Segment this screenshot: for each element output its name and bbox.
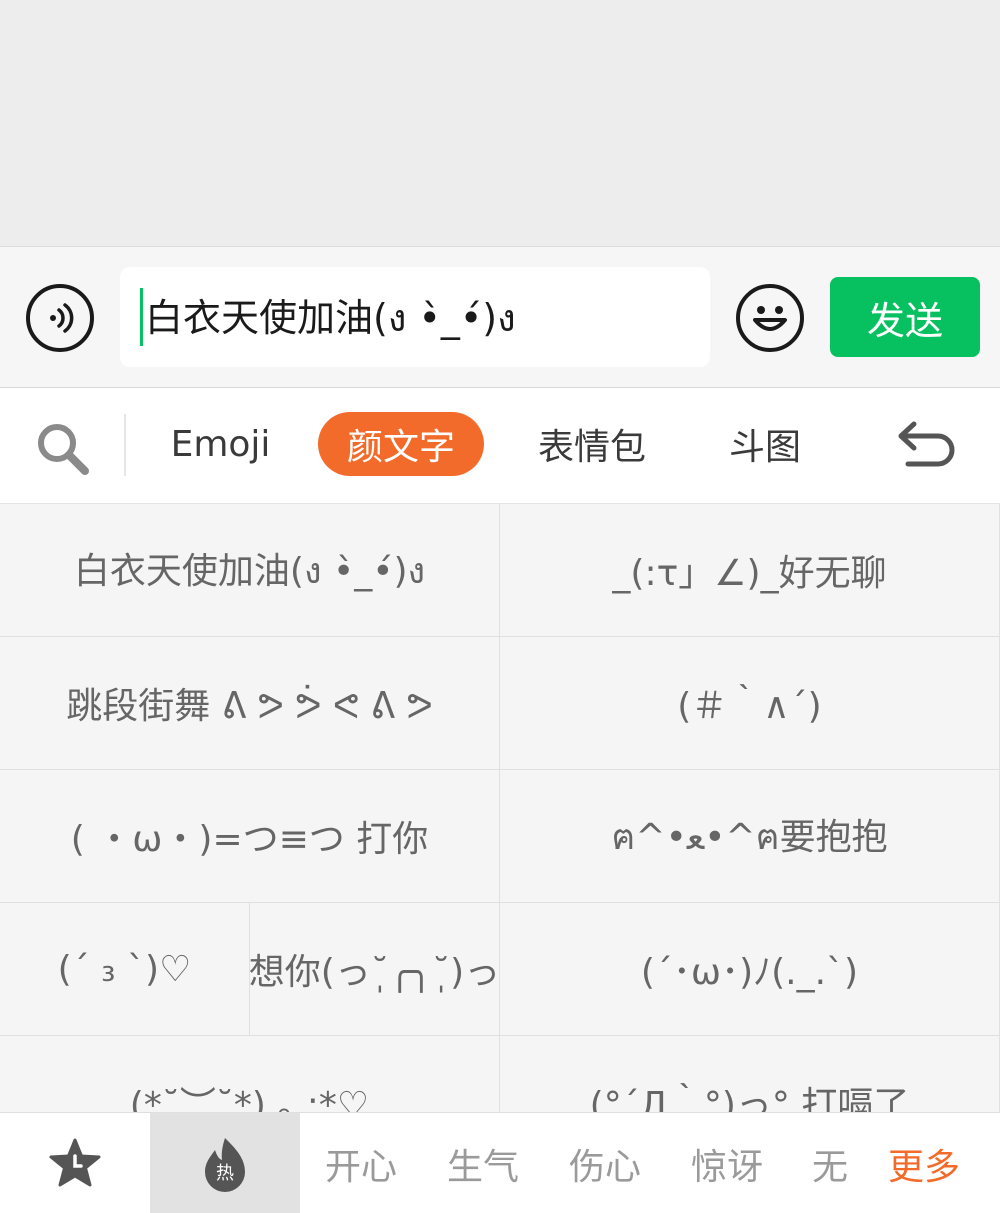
chat-area bbox=[0, 0, 1000, 246]
message-input[interactable]: 白衣天使加油(ง •̀_•́)ง bbox=[120, 267, 710, 367]
kaomoji-item[interactable]: _(:τ」∠)_好无聊 bbox=[500, 504, 1000, 637]
voice-icon bbox=[50, 303, 74, 333]
favorites-button[interactable] bbox=[0, 1113, 150, 1213]
kaomoji-item[interactable]: (´･ω･)ﾉ(._.`) bbox=[500, 903, 1000, 1036]
kaomoji-item[interactable]: 想你(っ˘̩╭╮˘̩)っ bbox=[250, 903, 500, 1036]
hot-category-button[interactable]: 热 bbox=[150, 1113, 300, 1213]
category-sad[interactable]: 伤心 bbox=[556, 1113, 654, 1213]
tab-emoji[interactable]: Emoji bbox=[158, 412, 283, 476]
search-icon[interactable] bbox=[32, 418, 92, 478]
text-cursor bbox=[140, 288, 143, 346]
category-angry[interactable]: 生气 bbox=[434, 1113, 532, 1213]
kaomoji-item[interactable]: (°´Д｀°)っ° 打嗝了 bbox=[500, 1036, 1000, 1112]
emoji-button[interactable] bbox=[736, 284, 804, 352]
tab-divider bbox=[124, 414, 126, 476]
kaomoji-item[interactable]: (*˘︶˘*).｡.:*♡ bbox=[0, 1036, 500, 1112]
flame-icon: 热 bbox=[205, 1137, 245, 1192]
send-button[interactable]: 发送 bbox=[830, 277, 980, 357]
more-categories-button[interactable]: 更多 bbox=[874, 1113, 974, 1213]
kaomoji-item[interactable]: ( ・ω・)=つ≡つ 打你 bbox=[0, 770, 500, 903]
kaomoji-tab-bar: Emoji 颜文字 表情包 斗图 bbox=[0, 388, 1000, 504]
kaomoji-item[interactable]: (ˊ ₃ ˋ)♡ bbox=[0, 903, 250, 1036]
kaomoji-item[interactable]: 白衣天使加油(ง •̀_•́)ง bbox=[0, 504, 500, 637]
category-surprised[interactable]: 惊讶 bbox=[678, 1113, 776, 1213]
category-none[interactable]: 无 bbox=[800, 1113, 860, 1213]
tab-meme[interactable]: 斗图 bbox=[712, 412, 818, 476]
voice-button[interactable] bbox=[26, 284, 94, 352]
kaomoji-grid: 白衣天使加油(ง •̀_•́)ง _(:τ」∠)_好无聊 跳段街舞 ᕕ ᕗ ᕘ … bbox=[0, 504, 1000, 1112]
kaomoji-item[interactable]: ฅ^•ﻌ•^ฅ要抱抱 bbox=[500, 770, 1000, 903]
hot-label: 热 bbox=[216, 1163, 234, 1184]
input-bar: 白衣天使加油(ง •̀_•́)ง 发送 bbox=[0, 246, 1000, 388]
category-bar: 热 开心 生气 伤心 惊讶 无 更多 bbox=[0, 1112, 1000, 1213]
message-input-value: 白衣天使加油(ง •̀_•́)ง bbox=[145, 295, 516, 340]
tab-sticker-pack[interactable]: 表情包 bbox=[522, 412, 662, 476]
smiley-icon bbox=[753, 306, 787, 331]
undo-icon[interactable] bbox=[890, 416, 962, 476]
tab-kaomoji[interactable]: 颜文字 bbox=[318, 412, 484, 476]
kaomoji-item[interactable]: (＃｀∧´) bbox=[500, 637, 1000, 770]
category-happy[interactable]: 开心 bbox=[312, 1113, 410, 1213]
star-clock-icon bbox=[49, 1138, 101, 1186]
kaomoji-item[interactable]: 跳段街舞 ᕕ ᕗ ᕘ ᕙ ᕕ ᕗ bbox=[0, 637, 500, 770]
